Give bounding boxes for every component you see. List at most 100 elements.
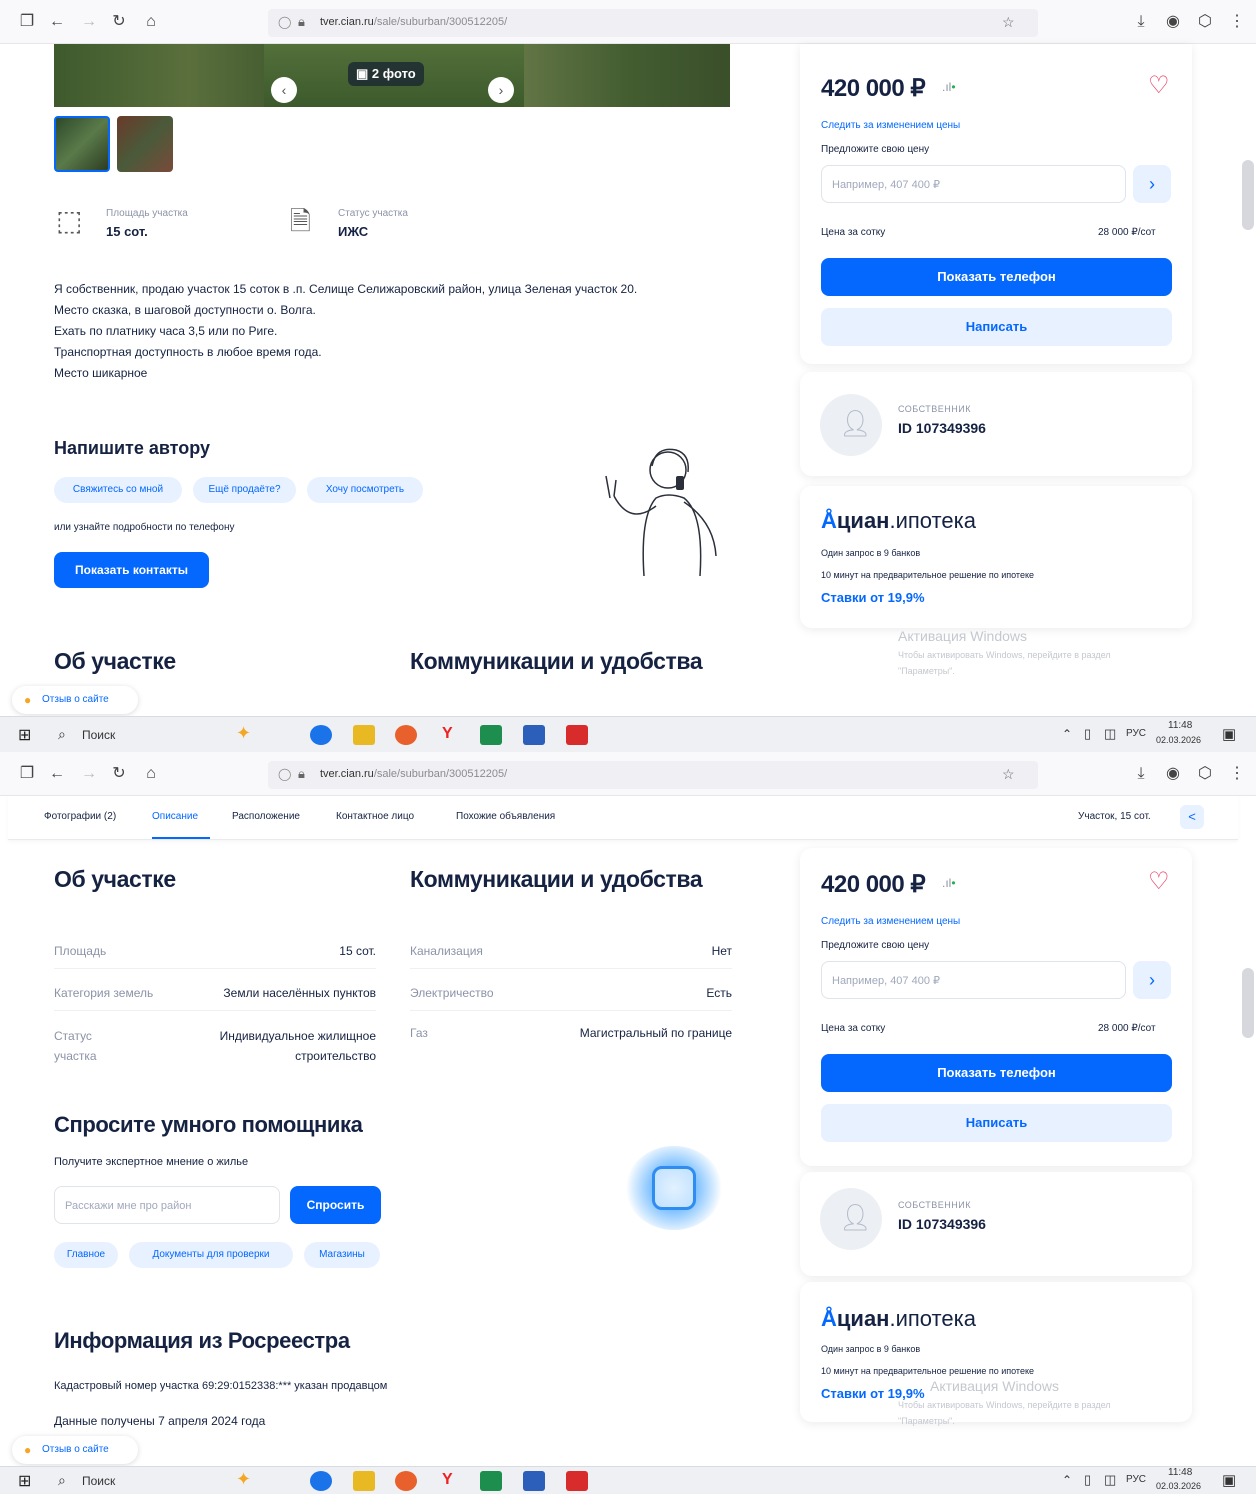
mortgage-rate[interactable]: Ставки от 19,9%: [821, 1386, 925, 1401]
thumbnail-2[interactable]: [117, 116, 173, 172]
write-button[interactable]: Написать: [821, 1104, 1172, 1142]
download-icon[interactable]: ⤓: [1132, 765, 1150, 783]
forward-icon[interactable]: →: [80, 13, 98, 31]
favorite-heart-icon[interactable]: ♡: [1148, 74, 1170, 98]
language-indicator[interactable]: РУС: [1126, 1474, 1146, 1485]
chip-main[interactable]: Главное: [54, 1242, 118, 1268]
clock-time[interactable]: 11:48: [1168, 1467, 1192, 1478]
mortgage-rate[interactable]: Ставки от 19,9%: [821, 590, 925, 605]
language-indicator[interactable]: РУС: [1126, 728, 1146, 739]
sparkle-icon[interactable]: ✦: [236, 1469, 251, 1490]
assistant-input[interactable]: Расскажи мне про район: [54, 1186, 280, 1224]
owner-card[interactable]: 👤︎ СОБСТВЕННИК ID 107349396: [800, 372, 1192, 476]
menu-icon[interactable]: ⋮: [1228, 765, 1246, 783]
scrollbar-thumb[interactable]: [1242, 160, 1254, 230]
yandex-icon[interactable]: Y: [442, 725, 453, 743]
mortgage-card[interactable]: Åциан.ипотека Один запрос в 9 банков 10 …: [800, 486, 1192, 628]
offer-price-input[interactable]: Например, 407 400 ₽: [821, 165, 1126, 203]
address-bar[interactable]: ◯ 🔒︎ tver.cian.ru/sale/suburban/30051220…: [268, 761, 1038, 789]
windows-start-icon[interactable]: ⊞: [18, 1471, 31, 1491]
reload-icon[interactable]: ↻: [110, 765, 128, 783]
feedback-button[interactable]: ● Отзыв о сайте: [12, 686, 138, 714]
excel-icon[interactable]: [480, 1471, 502, 1491]
edge-icon[interactable]: [310, 1471, 332, 1491]
search-icon[interactable]: ⌕: [58, 1472, 66, 1489]
network-icon[interactable]: ◫: [1104, 726, 1116, 742]
chip-still-selling[interactable]: Ещё продаёте?: [193, 477, 296, 503]
word-icon[interactable]: [523, 725, 545, 745]
tab-description[interactable]: Описание: [152, 811, 198, 822]
back-icon[interactable]: ←: [48, 13, 66, 31]
sparkle-icon[interactable]: ✦: [236, 723, 251, 744]
submit-offer-icon[interactable]: ›: [1133, 165, 1171, 203]
clock-date[interactable]: 02.03.2026: [1156, 1481, 1201, 1491]
network-icon[interactable]: ◫: [1104, 1472, 1116, 1488]
follow-price-link[interactable]: Следить за изменением цены: [821, 120, 960, 131]
clock-time[interactable]: 11:48: [1168, 720, 1192, 731]
prev-photo-icon[interactable]: ‹: [271, 77, 297, 103]
home-icon[interactable]: ⌂: [142, 13, 160, 31]
share-icon[interactable]: <: [1180, 805, 1204, 829]
file-explorer-icon[interactable]: [353, 1471, 375, 1491]
show-phone-button[interactable]: Показать телефон: [821, 258, 1172, 296]
home-icon[interactable]: ⌂: [142, 765, 160, 783]
account-icon[interactable]: ◉: [1164, 13, 1182, 31]
excel-icon[interactable]: [480, 725, 502, 745]
edge-icon[interactable]: [310, 725, 332, 745]
ask-button[interactable]: Спросить: [290, 1186, 381, 1224]
notification-icon[interactable]: ▣: [1222, 1471, 1236, 1489]
extensions-icon[interactable]: ⬡: [1196, 765, 1214, 783]
owner-card[interactable]: 👤︎ СОБСТВЕННИК ID 107349396: [800, 1172, 1192, 1276]
thumbnail-1[interactable]: [54, 116, 110, 172]
photo-count-badge[interactable]: ▣ 2 фото: [348, 62, 424, 86]
tab-contact[interactable]: Контактное лицо: [336, 811, 414, 822]
next-photo-icon[interactable]: ›: [488, 77, 514, 103]
tabs-icon[interactable]: ❐: [18, 765, 36, 783]
chip-documents[interactable]: Документы для проверки: [129, 1242, 293, 1268]
firefox-icon[interactable]: [395, 725, 417, 745]
favorite-heart-icon[interactable]: ♡: [1148, 870, 1170, 894]
tabs-icon[interactable]: ❐: [18, 13, 36, 31]
chip-contact-me[interactable]: Свяжитесь со мной: [54, 477, 182, 503]
search-icon[interactable]: ⌕: [58, 726, 66, 743]
extensions-icon[interactable]: ⬡: [1196, 13, 1214, 31]
download-icon[interactable]: ⤓: [1132, 13, 1150, 31]
pdf-icon[interactable]: [566, 725, 588, 745]
word-icon[interactable]: [523, 1471, 545, 1491]
tab-photos[interactable]: Фотографии (2): [44, 811, 116, 822]
reload-icon[interactable]: ↻: [110, 13, 128, 31]
bookmark-star-icon[interactable]: ☆: [1002, 766, 1015, 783]
tray-chevron-icon[interactable]: ⌃: [1062, 727, 1072, 741]
submit-offer-icon[interactable]: ›: [1133, 961, 1171, 999]
taskbar-search[interactable]: Поиск: [82, 1474, 115, 1488]
windows-start-icon[interactable]: ⊞: [18, 725, 31, 745]
tray-chevron-icon[interactable]: ⌃: [1062, 1473, 1072, 1487]
account-icon[interactable]: ◉: [1164, 765, 1182, 783]
clock-date[interactable]: 02.03.2026: [1156, 735, 1201, 745]
chip-shops[interactable]: Магазины: [304, 1242, 380, 1268]
feedback-button[interactable]: ● Отзыв о сайте: [12, 1436, 138, 1464]
taskbar-search[interactable]: Поиск: [82, 728, 115, 742]
tab-similar[interactable]: Похожие объявления: [456, 811, 555, 822]
address-bar[interactable]: ◯ 🔒︎ tver.cian.ru/sale/suburban/30051220…: [268, 9, 1038, 37]
firefox-icon[interactable]: [395, 1471, 417, 1491]
tab-location[interactable]: Расположение: [232, 811, 300, 822]
price-chart-icon[interactable]: .ıl•: [942, 876, 956, 890]
notification-icon[interactable]: ▣: [1222, 725, 1236, 743]
battery-icon[interactable]: ▯: [1084, 726, 1091, 742]
menu-icon[interactable]: ⋮: [1228, 13, 1246, 31]
bookmark-star-icon[interactable]: ☆: [1002, 14, 1015, 31]
price-chart-icon[interactable]: .ıl•: [942, 80, 956, 94]
battery-icon[interactable]: ▯: [1084, 1472, 1091, 1488]
file-explorer-icon[interactable]: [353, 725, 375, 745]
offer-price-input[interactable]: Например, 407 400 ₽: [821, 961, 1126, 999]
follow-price-link[interactable]: Следить за изменением цены: [821, 916, 960, 927]
scrollbar-thumb[interactable]: [1242, 968, 1254, 1038]
back-icon[interactable]: ←: [48, 765, 66, 783]
show-phone-button[interactable]: Показать телефон: [821, 1054, 1172, 1092]
main-photo[interactable]: ‹ ▣ 2 фото ›: [54, 44, 730, 107]
yandex-icon[interactable]: Y: [442, 1471, 453, 1489]
pdf-icon[interactable]: [566, 1471, 588, 1491]
chip-want-to-see[interactable]: Хочу посмотреть: [307, 477, 423, 503]
write-button[interactable]: Написать: [821, 308, 1172, 346]
